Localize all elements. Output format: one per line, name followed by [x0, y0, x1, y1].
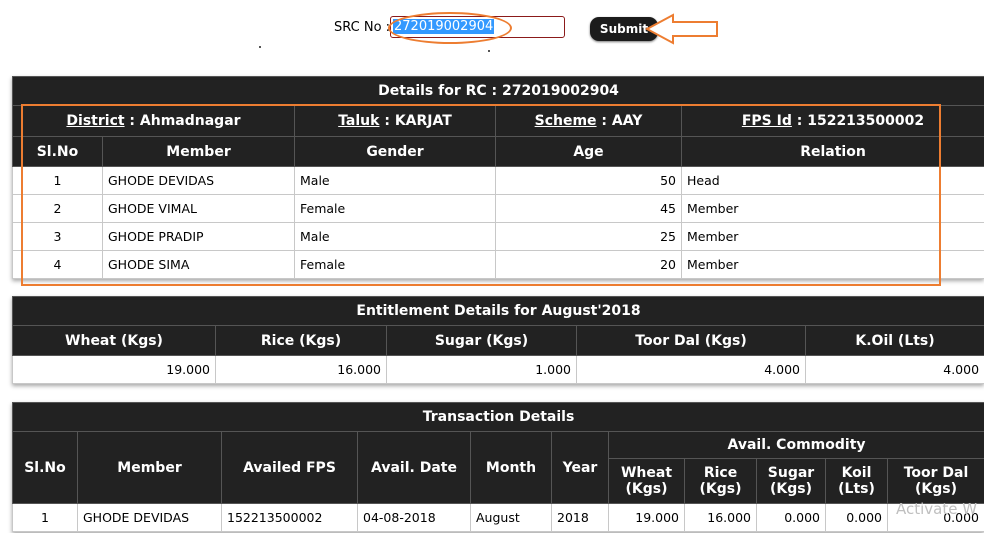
cell-gender: Female — [294, 250, 496, 279]
transaction-table: Transaction Details Sl.No Member Availed… — [11, 402, 984, 532]
entitlement-panel: Entitlement Details for August'2018 Whea… — [11, 296, 984, 384]
table-row: 1 GHODE DEVIDAS Male 50 Head — [12, 166, 984, 195]
cell-slno: 3 — [12, 222, 103, 251]
transaction-panel: Transaction Details Sl.No Member Availed… — [11, 402, 984, 532]
cell-sugar: 1.000 — [386, 355, 577, 384]
cell-sugar: 0.000 — [756, 503, 826, 532]
cell-slno: 1 — [12, 503, 78, 532]
col-toordal: Toor Dal (Kgs) — [576, 325, 806, 356]
cell-date: 04-08-2018 — [357, 503, 471, 532]
col-slno: Sl.No — [12, 136, 103, 167]
stray-dot — [259, 46, 261, 48]
col-month: Month — [470, 431, 552, 504]
cell-slno: 4 — [12, 250, 103, 279]
col-age: Age — [495, 136, 682, 167]
cell-age: 20 — [495, 250, 682, 279]
cell-member: GHODE PRADIP — [102, 222, 295, 251]
table-row: 19.000 16.000 1.000 4.000 4.000 — [12, 355, 984, 384]
scheme-label: Scheme — [534, 113, 597, 129]
table-row: 4 GHODE SIMA Female 20 Member — [12, 250, 984, 279]
cell-wheat: 19.000 — [608, 503, 685, 532]
table-row: 2 GHODE VIMAL Female 45 Member — [12, 194, 984, 223]
cell-member: GHODE DEVIDAS — [77, 503, 222, 532]
col-sugar: Sugar (Kgs) — [386, 325, 577, 356]
col-avail-date: Avail. Date — [357, 431, 471, 504]
taluk-value: : KARJAT — [379, 113, 452, 129]
col-year: Year — [551, 431, 609, 504]
rc-details-title: Details for RC : 272019002904 — [12, 76, 984, 106]
entitlement-title: Entitlement Details for August'2018 — [11, 296, 984, 326]
col-availed-fps: Availed FPS — [221, 431, 358, 504]
col-gender: Gender — [294, 136, 496, 167]
taluk-cell: Taluk : KARJAT — [294, 105, 496, 137]
cell-wheat: 19.000 — [12, 355, 216, 384]
cell-slno: 1 — [12, 166, 103, 195]
fps-cell: FPS Id : 152213500002 — [681, 105, 984, 137]
cell-koil: 4.000 — [804, 355, 984, 384]
stray-dot — [488, 50, 490, 52]
cell-gender: Male — [294, 166, 496, 195]
fps-label: FPS Id — [741, 113, 792, 129]
col-member: Member — [77, 431, 222, 504]
cell-toordal: 0.000 — [886, 503, 984, 532]
district-cell: District : Ahmadnagar — [12, 105, 295, 137]
rc-details-table: Details for RC : 272019002904 District :… — [12, 76, 984, 279]
search-bar: SRC No : 272019002904 Submit — [0, 0, 984, 60]
col-wheat: Wheat (Kgs) — [608, 458, 685, 504]
entitlement-table: Entitlement Details for August'2018 Whea… — [11, 296, 984, 384]
col-koil: K.Oil (Lts) — [804, 325, 984, 356]
col-rice: Rice (Kgs) — [684, 458, 757, 504]
fps-value: : 152213500002 — [791, 113, 925, 129]
cell-relation: Head — [681, 166, 984, 195]
cell-relation: Member — [681, 250, 984, 279]
cell-koil: 0.000 — [825, 503, 888, 532]
col-relation: Relation — [681, 136, 984, 167]
col-rice: Rice (Kgs) — [215, 325, 387, 356]
src-no-input-value: 272019002904 — [393, 19, 495, 34]
scheme-value: : AAY — [596, 113, 643, 129]
taluk-label: Taluk — [338, 113, 380, 129]
cell-member: GHODE SIMA — [102, 250, 295, 279]
cell-gender: Male — [294, 222, 496, 251]
cell-relation: Member — [681, 222, 984, 251]
district-label: District — [66, 113, 125, 129]
cell-month: August — [470, 503, 552, 532]
cell-age: 50 — [495, 166, 682, 195]
cell-age: 25 — [495, 222, 682, 251]
cell-toordal: 4.000 — [576, 355, 806, 384]
district-value: : Ahmadnagar — [124, 113, 241, 129]
col-member: Member — [102, 136, 295, 167]
col-koil: Koil (Lts) — [825, 458, 888, 504]
col-toordal: Toor Dal (Kgs) — [886, 458, 984, 504]
scheme-cell: Scheme : AAY — [495, 105, 682, 137]
cell-age: 45 — [495, 194, 682, 223]
cell-member: GHODE VIMAL — [102, 194, 295, 223]
src-no-input[interactable]: 272019002904 — [390, 16, 565, 38]
cell-gender: Female — [294, 194, 496, 223]
cell-rice: 16.000 — [684, 503, 757, 532]
col-slno: Sl.No — [12, 431, 78, 504]
cell-fps: 152213500002 — [221, 503, 358, 532]
submit-button[interactable]: Submit — [590, 17, 658, 41]
src-no-label: SRC No : — [334, 20, 391, 35]
cell-member: GHODE DEVIDAS — [102, 166, 295, 195]
cell-slno: 2 — [12, 194, 103, 223]
table-row: 1 GHODE DEVIDAS 152213500002 04-08-2018 … — [12, 503, 984, 532]
rc-details-panel: Details for RC : 272019002904 District :… — [12, 76, 984, 279]
table-row: 3 GHODE PRADIP Male 25 Member — [12, 222, 984, 251]
col-wheat: Wheat (Kgs) — [12, 325, 216, 356]
cell-rice: 16.000 — [215, 355, 387, 384]
col-sugar: Sugar (Kgs) — [756, 458, 826, 504]
col-avail-commodity: Avail. Commodity — [607, 431, 984, 459]
transaction-title: Transaction Details — [11, 402, 984, 432]
cell-year: 2018 — [551, 503, 609, 532]
cell-relation: Member — [681, 194, 984, 223]
